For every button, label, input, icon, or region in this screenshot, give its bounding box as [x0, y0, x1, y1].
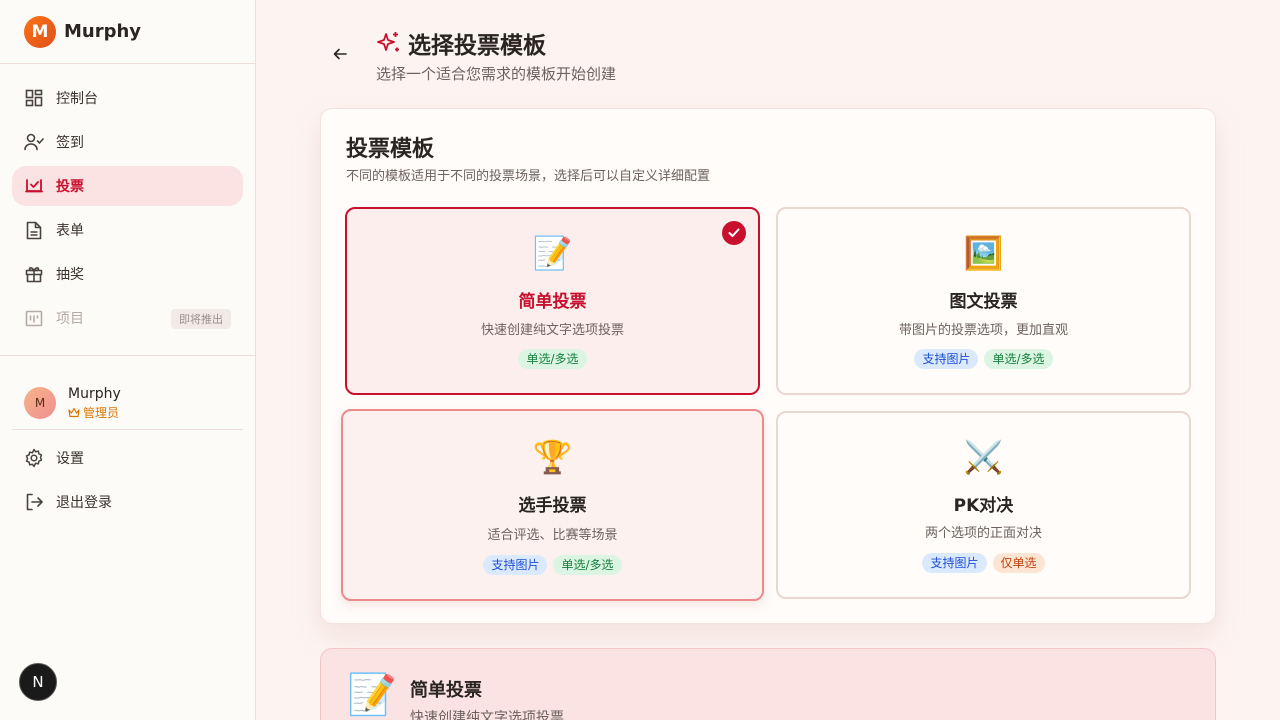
sidebar-bottom-nav: 设置 退出登录 [0, 430, 255, 526]
sidebar-item-label: 表单 [56, 223, 84, 239]
template-contestant-vote[interactable]: 🏆 选手投票 适合评选、比赛等场景 支持图片 单选/多选 [341, 409, 764, 601]
sidebar-nav: 控制台 签到 投票 表单 抽奖 项目 即将推出 [0, 64, 255, 338]
back-button[interactable] [328, 42, 352, 66]
template-desc: 两个选项的正面对决 [924, 526, 1042, 541]
crown-icon [68, 407, 80, 417]
sidebar-item-label: 退出登录 [56, 495, 112, 511]
sidebar-item-label: 项目 [56, 311, 84, 327]
sidebar: M Murphy 控制台 签到 投票 表单 抽奖 项目 即将推出 M Murph… [0, 0, 256, 720]
tag-image-support: 支持图片 [483, 555, 548, 575]
logout-icon [24, 492, 44, 512]
arrow-left-icon [333, 48, 347, 60]
sidebar-item-label: 抽奖 [56, 267, 84, 283]
gift-icon [24, 264, 44, 284]
gear-icon [24, 448, 44, 468]
tag-single-multi: 单选/多选 [518, 349, 587, 369]
card-title: 投票模板 [346, 137, 435, 162]
tag-image-support: 支持图片 [922, 553, 987, 573]
avatar: M [24, 387, 56, 419]
template-name: 图文投票 [949, 292, 1018, 312]
card-description: 不同的模板适用于不同的投票场景，选择后可以自定义详细配置 [346, 169, 711, 184]
page-header: 选择投票模板 [376, 26, 546, 60]
tag-single-multi: 单选/多选 [984, 349, 1053, 369]
sidebar-item-vote[interactable]: 投票 [12, 166, 243, 206]
framed-picture-icon: 🖼️ [963, 234, 1004, 272]
template-image-vote[interactable]: 🖼️ 图文投票 带图片的投票选项，更加直观 支持图片 单选/多选 [776, 207, 1191, 395]
trophy-icon: 🏆 [532, 438, 573, 476]
template-desc: 带图片的投票选项，更加直观 [898, 323, 1068, 338]
sidebar-item-label: 投票 [56, 179, 84, 195]
sidebar-item-label: 设置 [56, 451, 84, 467]
sidebar-item-lottery[interactable]: 抽奖 [12, 254, 243, 294]
template-desc: 快速创建纯文字选项投票 [480, 323, 624, 338]
template-name: 简单投票 [518, 292, 587, 312]
memo-icon: 📝 [347, 672, 397, 718]
project-icon [24, 308, 44, 328]
tag-single-multi: 单选/多选 [553, 555, 622, 575]
brand-logo: M [24, 15, 56, 48]
preview-name: 简单投票 [410, 680, 482, 701]
user-role: 管理员 [68, 404, 121, 421]
sidebar-item-form[interactable]: 表单 [12, 210, 243, 250]
page-title: 选择投票模板 [408, 33, 546, 59]
user-profile[interactable]: M Murphy 管理员 [0, 356, 255, 428]
selected-template-preview: 📝 简单投票 快速创建纯文字选项投票 [320, 648, 1216, 720]
memo-icon: 📝 [532, 234, 573, 272]
tag-image-support: 支持图片 [914, 349, 979, 369]
user-check-icon [24, 132, 44, 152]
template-simple-vote[interactable]: 📝 简单投票 快速创建纯文字选项投票 单选/多选 [345, 207, 760, 395]
document-icon [24, 220, 44, 240]
next-dev-badge[interactable]: N [19, 663, 57, 701]
template-name: PK对决 [953, 496, 1014, 516]
brand-name: Murphy [64, 21, 142, 42]
sidebar-item-checkin[interactable]: 签到 [12, 122, 243, 162]
sidebar-item-logout[interactable]: 退出登录 [12, 482, 243, 522]
page-subtitle: 选择一个适合您需求的模板开始创建 [376, 65, 617, 83]
sidebar-item-settings[interactable]: 设置 [12, 438, 243, 478]
template-card: 投票模板 不同的模板适用于不同的投票场景，选择后可以自定义详细配置 📝 简单投票… [320, 108, 1216, 624]
template-name: 选手投票 [518, 496, 587, 516]
sidebar-item-project: 项目 即将推出 [12, 298, 243, 338]
dashboard-icon [24, 88, 44, 108]
preview-desc: 快速创建纯文字选项投票 [410, 710, 564, 720]
tag-single-only: 仅单选 [992, 553, 1045, 573]
vote-icon [24, 176, 44, 196]
crossed-swords-icon: ⚔️ [963, 438, 1004, 476]
sidebar-item-label: 签到 [56, 135, 84, 151]
brand[interactable]: M Murphy [0, 0, 255, 64]
sparkles-icon [377, 32, 399, 52]
coming-soon-badge: 即将推出 [171, 309, 231, 329]
template-desc: 适合评选、比赛等场景 [487, 528, 618, 543]
template-pk-vote[interactable]: ⚔️ PK对决 两个选项的正面对决 支持图片 仅单选 [776, 411, 1191, 599]
sidebar-item-dashboard[interactable]: 控制台 [12, 78, 243, 118]
user-role-label: 管理员 [83, 405, 120, 420]
sidebar-item-label: 控制台 [56, 91, 98, 107]
user-name: Murphy [68, 385, 121, 402]
